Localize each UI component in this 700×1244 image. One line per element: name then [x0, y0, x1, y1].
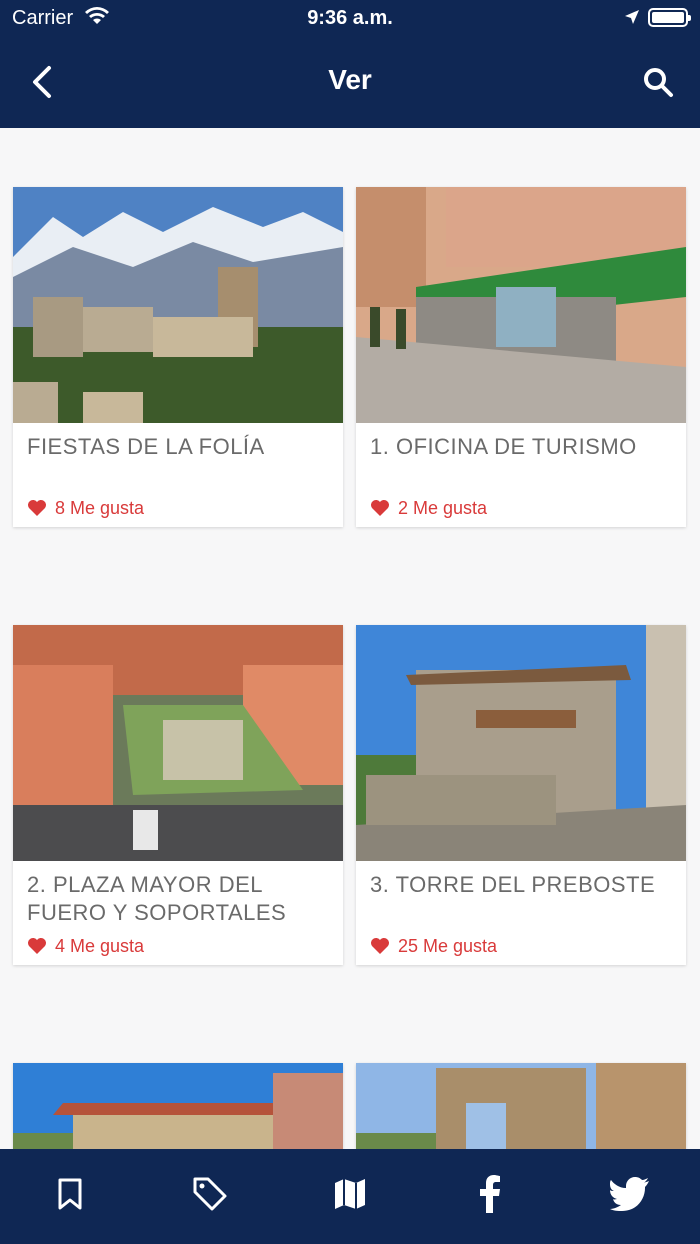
location-arrow-icon: [624, 9, 640, 30]
tab-facebook[interactable]: [467, 1171, 513, 1217]
card-image: [13, 625, 343, 861]
facebook-icon: [480, 1175, 500, 1213]
like-count[interactable]: 4 Me gusta: [13, 927, 343, 965]
heart-icon: [371, 500, 389, 516]
navigation-bar: Ver: [0, 48, 700, 118]
status-bar: Carrier 9:36 a.m.: [0, 0, 700, 36]
card-title: 2. PLAZA MAYOR DEL FUERO Y SOPORTALES: [27, 872, 287, 925]
page-title: Ver: [328, 64, 372, 95]
card-title: 3. TORRE DEL PREBOSTE: [370, 872, 656, 897]
map-icon: [335, 1179, 365, 1209]
like-label: 8 Me gusta: [55, 497, 145, 518]
heart-icon: [371, 938, 389, 954]
card-image: [356, 1063, 686, 1149]
heart-icon: [28, 500, 46, 516]
card-title: 1. OFICINA DE TURISMO: [370, 434, 637, 459]
tag-icon: [193, 1177, 227, 1211]
like-label: 4 Me gusta: [55, 935, 145, 956]
tab-bar: [0, 1149, 700, 1244]
card-image: [356, 625, 686, 861]
like-count[interactable]: 2 Me gusta: [356, 489, 686, 527]
tab-tags[interactable]: [187, 1171, 233, 1217]
bookmark-icon: [58, 1178, 82, 1210]
item-card[interactable]: [356, 1063, 686, 1149]
card-image: [13, 187, 343, 423]
card-title: FIESTAS DE LA FOLÍA: [27, 434, 265, 459]
heart-icon: [28, 938, 46, 954]
items-grid: FIESTAS DE LA FOLÍA 8 Me gusta 1. OFICIN…: [0, 128, 700, 1149]
status-time: 9:36 a.m.: [307, 7, 393, 29]
like-label: 2 Me gusta: [398, 497, 488, 518]
card-image: [13, 1063, 343, 1149]
twitter-icon: [610, 1177, 649, 1211]
card-image: [356, 187, 686, 423]
like-count[interactable]: 25 Me gusta: [356, 927, 686, 965]
search-icon: [644, 68, 673, 97]
item-card[interactable]: 3. TORRE DEL PREBOSTE 25 Me gusta: [356, 625, 686, 965]
like-count[interactable]: 8 Me gusta: [13, 489, 343, 527]
search-button[interactable]: [638, 62, 678, 102]
like-label: 25 Me gusta: [398, 935, 498, 956]
item-card[interactable]: 2. PLAZA MAYOR DEL FUERO Y SOPORTALES 4 …: [13, 625, 343, 965]
battery-icon: [648, 8, 691, 27]
item-card[interactable]: 1. OFICINA DE TURISMO 2 Me gusta: [356, 187, 686, 527]
tab-bookmarks[interactable]: [47, 1171, 93, 1217]
app-header: Carrier 9:36 a.m. Ver: [0, 0, 700, 128]
tab-twitter[interactable]: [607, 1171, 653, 1217]
item-card[interactable]: [13, 1063, 343, 1149]
item-card[interactable]: FIESTAS DE LA FOLÍA 8 Me gusta: [13, 187, 343, 527]
tab-map[interactable]: [327, 1171, 373, 1217]
